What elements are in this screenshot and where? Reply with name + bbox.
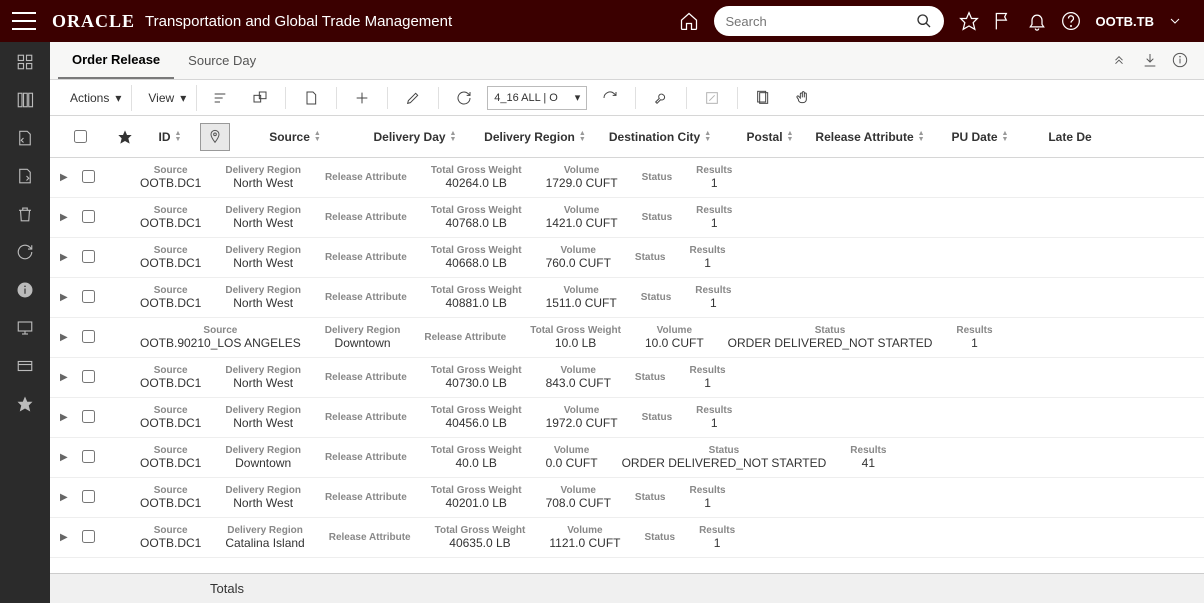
rail-card-icon[interactable] bbox=[15, 356, 35, 376]
format-icon[interactable] bbox=[211, 89, 229, 107]
new-page-icon[interactable] bbox=[302, 89, 320, 107]
rail-grid-icon[interactable] bbox=[15, 52, 35, 72]
table-row[interactable]: ▶ SourceOOTB.DC1 Delivery RegionNorth We… bbox=[50, 398, 1204, 438]
row-checkbox[interactable] bbox=[82, 170, 95, 183]
expand-toggle[interactable]: ▶ bbox=[60, 532, 76, 543]
expand-toggle[interactable]: ▶ bbox=[60, 412, 76, 423]
left-rail bbox=[0, 42, 50, 603]
totals-row: Totals bbox=[50, 573, 1204, 603]
rows-container: ▶ SourceOOTB.DC1 Delivery RegionNorth We… bbox=[50, 158, 1204, 573]
rail-columns-icon[interactable] bbox=[15, 90, 35, 110]
pu-date-column[interactable]: PU Date▲▼ bbox=[930, 130, 1030, 144]
app-header: ORACLE Transportation and Global Trade M… bbox=[0, 0, 1204, 42]
clipboard-icon[interactable] bbox=[754, 89, 772, 107]
toolbar: Actions ▾ View ▾ 4_16 ALL | O ▾ bbox=[50, 80, 1204, 116]
saved-search-select[interactable]: 4_16 ALL | O ▾ bbox=[487, 86, 587, 110]
column-header: ID▲▼ Source▲▼ Delivery Day▲▼ Delivery Re… bbox=[50, 116, 1204, 158]
refresh-icon[interactable] bbox=[455, 89, 473, 107]
menu-icon[interactable] bbox=[12, 12, 36, 30]
bell-icon[interactable] bbox=[1026, 10, 1048, 32]
expand-toggle[interactable]: ▶ bbox=[60, 492, 76, 503]
source-column[interactable]: Source▲▼ bbox=[240, 130, 350, 144]
rail-favorite-icon[interactable] bbox=[15, 394, 35, 414]
totals-label: Totals bbox=[210, 581, 244, 596]
actions-menu[interactable]: Actions ▾ bbox=[60, 85, 132, 111]
wrench-icon[interactable] bbox=[652, 89, 670, 107]
expand-toggle[interactable]: ▶ bbox=[60, 372, 76, 383]
global-search[interactable] bbox=[714, 6, 944, 36]
delivery-day-column[interactable]: Delivery Day▲▼ bbox=[350, 130, 480, 144]
tab-order-release[interactable]: Order Release bbox=[58, 42, 174, 79]
table-row[interactable]: ▶ SourceOOTB.DC1 Delivery RegionDowntown… bbox=[50, 438, 1204, 478]
row-checkbox[interactable] bbox=[82, 330, 95, 343]
late-delivery-column[interactable]: Late De bbox=[1030, 130, 1110, 144]
postal-column[interactable]: Postal▲▼ bbox=[730, 130, 810, 144]
table-row[interactable]: ▶ SourceOOTB.90210_LOS ANGELES Delivery … bbox=[50, 318, 1204, 358]
pan-icon[interactable] bbox=[794, 89, 812, 107]
info-small-icon[interactable] bbox=[1172, 52, 1190, 70]
rail-refresh-icon[interactable] bbox=[15, 242, 35, 262]
select-all-checkbox[interactable] bbox=[74, 130, 87, 143]
help-icon[interactable] bbox=[1060, 10, 1082, 32]
favorite-column[interactable] bbox=[100, 129, 150, 145]
add-icon[interactable] bbox=[353, 89, 371, 107]
table-row[interactable]: ▶ SourceOOTB.DC1 Delivery RegionNorth We… bbox=[50, 478, 1204, 518]
caret-down-icon: ▾ bbox=[115, 91, 121, 105]
id-column[interactable]: ID▲▼ bbox=[150, 130, 190, 144]
download-icon[interactable] bbox=[1142, 52, 1160, 70]
star-icon[interactable] bbox=[958, 10, 980, 32]
row-checkbox[interactable] bbox=[82, 370, 95, 383]
user-menu[interactable]: OOTB.TB bbox=[1096, 14, 1155, 29]
row-checkbox[interactable] bbox=[82, 210, 95, 223]
rail-trash-icon[interactable] bbox=[15, 204, 35, 224]
row-checkbox[interactable] bbox=[82, 410, 95, 423]
caret-down-icon: ▾ bbox=[575, 91, 581, 104]
compose-icon[interactable] bbox=[703, 89, 721, 107]
expand-toggle[interactable]: ▶ bbox=[60, 452, 76, 463]
rail-info-icon[interactable] bbox=[15, 280, 35, 300]
oracle-logo: ORACLE bbox=[52, 11, 135, 32]
table-row[interactable]: ▶ SourceOOTB.DC1 Delivery RegionNorth We… bbox=[50, 358, 1204, 398]
table-row[interactable]: ▶ SourceOOTB.DC1 Delivery RegionCatalina… bbox=[50, 518, 1204, 558]
flag-icon[interactable] bbox=[992, 10, 1014, 32]
reload-icon[interactable] bbox=[601, 89, 619, 107]
expand-toggle[interactable]: ▶ bbox=[60, 292, 76, 303]
table-row[interactable]: ▶ SourceOOTB.DC1 Delivery RegionNorth We… bbox=[50, 238, 1204, 278]
row-checkbox[interactable] bbox=[82, 250, 95, 263]
expand-toggle[interactable]: ▶ bbox=[60, 172, 76, 183]
caret-down-icon: ▾ bbox=[180, 91, 186, 105]
rail-export-icon[interactable] bbox=[15, 166, 35, 186]
row-checkbox[interactable] bbox=[82, 530, 95, 543]
delivery-region-column[interactable]: Delivery Region▲▼ bbox=[480, 130, 590, 144]
map-toggle-button[interactable] bbox=[200, 123, 230, 151]
chevron-down-icon[interactable] bbox=[1164, 10, 1186, 32]
destination-city-column[interactable]: Destination City▲▼ bbox=[590, 130, 730, 144]
table-row[interactable]: ▶ SourceOOTB.DC1 Delivery RegionNorth We… bbox=[50, 278, 1204, 318]
search-input[interactable] bbox=[726, 14, 916, 29]
table-row[interactable]: ▶ SourceOOTB.DC1 Delivery RegionNorth We… bbox=[50, 198, 1204, 238]
expand-toggle[interactable]: ▶ bbox=[60, 212, 76, 223]
row-checkbox[interactable] bbox=[82, 450, 95, 463]
release-attribute-column[interactable]: Release Attribute▲▼ bbox=[810, 130, 930, 144]
row-checkbox[interactable] bbox=[82, 490, 95, 503]
detach-icon[interactable] bbox=[251, 89, 269, 107]
expand-toggle[interactable]: ▶ bbox=[60, 332, 76, 343]
expand-toggle[interactable]: ▶ bbox=[60, 252, 76, 263]
table-row[interactable]: ▶ SourceOOTB.DC1 Delivery RegionNorth We… bbox=[50, 158, 1204, 198]
view-menu[interactable]: View ▾ bbox=[138, 85, 197, 111]
edit-icon[interactable] bbox=[404, 89, 422, 107]
home-icon[interactable] bbox=[678, 10, 700, 32]
collapse-icon[interactable] bbox=[1112, 52, 1130, 70]
rail-monitor-icon[interactable] bbox=[15, 318, 35, 338]
row-checkbox[interactable] bbox=[82, 290, 95, 303]
rail-import-icon[interactable] bbox=[15, 128, 35, 148]
app-title: Transportation and Global Trade Manageme… bbox=[145, 13, 452, 30]
tabs-row: Order Release Source Day bbox=[50, 42, 1204, 80]
tab-source-day[interactable]: Source Day bbox=[174, 42, 270, 79]
